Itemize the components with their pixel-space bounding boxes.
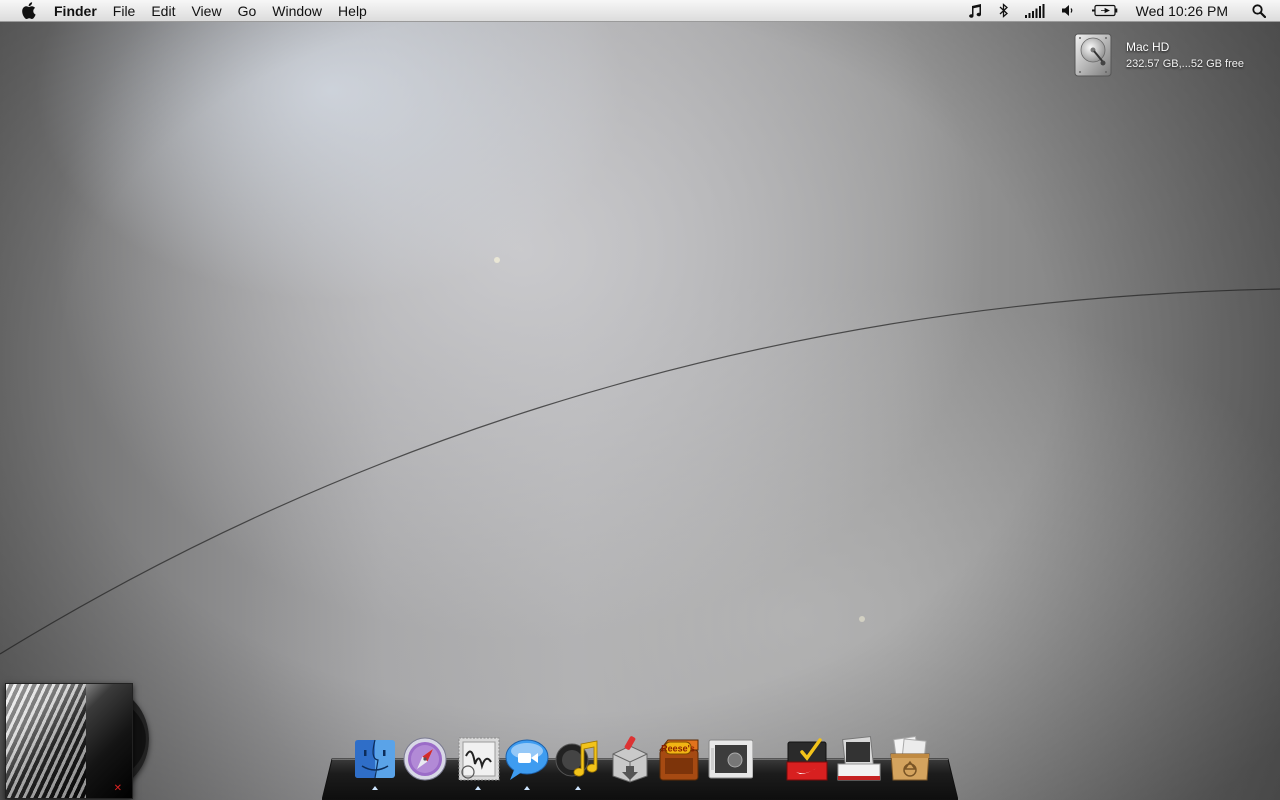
dock-running-indicator bbox=[575, 786, 581, 790]
ichat-bubble-icon[interactable] bbox=[504, 736, 550, 784]
mail-stamp-icon[interactable] bbox=[455, 736, 501, 784]
dock-running-indicator bbox=[524, 786, 530, 790]
finder-icon[interactable] bbox=[352, 736, 398, 784]
menu-window[interactable]: Window bbox=[264, 0, 330, 22]
nike-box-check-icon[interactable] bbox=[784, 736, 830, 784]
menu-clock[interactable]: Wed 10:26 PM bbox=[1126, 0, 1244, 22]
dock-running-indicator bbox=[372, 786, 378, 790]
menu-edit[interactable]: Edit bbox=[143, 0, 183, 22]
desktop-drive-mac-hd[interactable]: Mac HD 232.57 GB,...52 GB free bbox=[1072, 32, 1272, 78]
drive-capacity: 232.57 GB,...52 GB free bbox=[1126, 58, 1245, 70]
menu-view[interactable]: View bbox=[183, 0, 229, 22]
menu-go[interactable]: Go bbox=[230, 0, 265, 22]
battery-icon[interactable] bbox=[1084, 0, 1126, 22]
wifi-signal-icon[interactable] bbox=[1017, 0, 1053, 22]
dock: Reese's bbox=[0, 736, 1280, 786]
downloads-stack-icon[interactable] bbox=[836, 736, 882, 784]
recycle-box-icon[interactable] bbox=[887, 736, 933, 784]
installer-icon[interactable] bbox=[607, 736, 653, 784]
reeses-icon[interactable]: Reese's bbox=[656, 736, 702, 784]
svg-text:Reese's: Reese's bbox=[661, 744, 695, 754]
safari-compass-icon[interactable] bbox=[402, 736, 448, 784]
menu-bar: Finder File Edit View Go Window Help Wed… bbox=[0, 0, 1280, 22]
dock-running-indicator bbox=[475, 786, 481, 790]
volume-icon[interactable] bbox=[1053, 0, 1084, 22]
menu-finder[interactable]: Finder bbox=[54, 0, 105, 22]
wallpaper-curve bbox=[0, 257, 1280, 655]
itunes-note-icon[interactable] bbox=[959, 0, 991, 22]
spotlight-search-icon[interactable] bbox=[1244, 0, 1280, 22]
menu-help[interactable]: Help bbox=[330, 0, 375, 22]
preview-photo-icon[interactable] bbox=[707, 736, 753, 784]
drive-name: Mac HD bbox=[1126, 40, 1170, 54]
bluetooth-icon[interactable] bbox=[991, 0, 1017, 22]
itunes-icon[interactable] bbox=[555, 736, 601, 784]
menu-file[interactable]: File bbox=[105, 0, 144, 22]
apple-logo-icon[interactable] bbox=[20, 2, 36, 20]
menu-extras: Wed 10:26 PM bbox=[959, 0, 1280, 22]
hard-drive-icon[interactable] bbox=[1072, 32, 1114, 78]
